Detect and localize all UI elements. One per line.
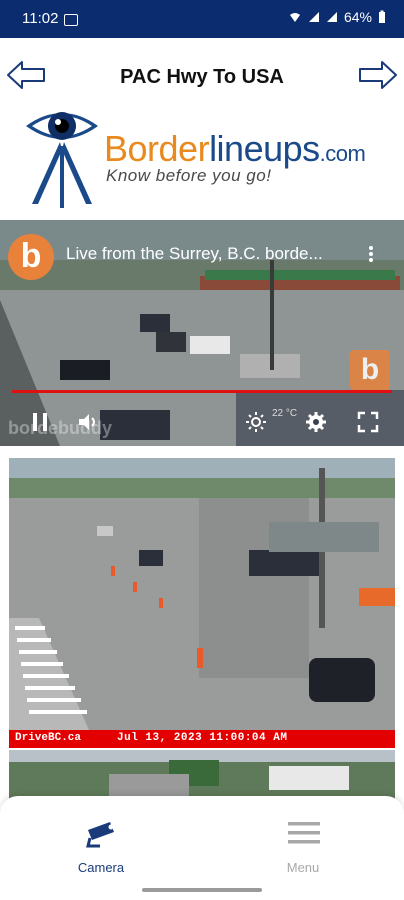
channel-watermark-logo: b: [350, 350, 390, 390]
arrow-right-icon[interactable]: [358, 60, 398, 90]
nav-menu[interactable]: Menu: [202, 796, 404, 886]
signal-icon: [308, 12, 319, 22]
settings-icon[interactable]: [304, 410, 328, 434]
next-camera-frame: [9, 750, 395, 800]
pause-icon[interactable]: [28, 410, 52, 434]
temperature-readout: 22 °C: [272, 408, 298, 419]
gesture-handle[interactable]: [142, 888, 262, 892]
borderlineups-logo: Borderlineups.com Know before you go!: [22, 104, 392, 210]
nav-camera-label: Camera: [77, 860, 125, 875]
nav-menu-label: Menu: [286, 860, 320, 875]
bottom-navigation: Camera Menu: [0, 796, 404, 900]
camera-source-label: DriveBC.ca: [15, 732, 82, 744]
channel-avatar[interactable]: b: [8, 234, 54, 280]
image-notification-icon: [64, 14, 78, 26]
status-bar: 11:02 64%: [0, 0, 404, 38]
signal-icon-2: [326, 12, 337, 22]
brightness-icon[interactable]: [244, 410, 268, 434]
more-options-icon[interactable]: [368, 244, 374, 264]
fullscreen-icon[interactable]: [356, 410, 380, 434]
status-time: 11:02: [22, 10, 59, 27]
status-indicators: 64%: [288, 9, 386, 25]
wifi-icon: [289, 13, 300, 22]
eye-tripod-icon: [26, 112, 98, 208]
video-title[interactable]: Live from the Surrey, B.C. borde...: [66, 244, 323, 264]
volume-icon[interactable]: [76, 410, 100, 434]
video-progress-bar[interactable]: [12, 390, 392, 393]
drivebc-camera-image[interactable]: DriveBC.ca Jul 13, 2023 11:00:04 AM: [9, 458, 395, 748]
nav-camera[interactable]: Camera: [0, 796, 202, 886]
live-video-player[interactable]: b Live from the Surrey, B.C. borde... b …: [0, 220, 404, 446]
menu-icon: [288, 822, 320, 844]
logo-tagline: Know before you go!: [106, 166, 272, 185]
camera-timestamp-band: DriveBC.ca Jul 13, 2023 11:00:04 AM: [9, 730, 395, 748]
camera-icon: [86, 822, 114, 848]
camera-timestamp: Jul 13, 2023 11:00:04 AM: [117, 732, 288, 744]
logo-brand-text: Borderlineups.com: [104, 128, 366, 169]
battery-percent: 64%: [343, 9, 372, 25]
camera-image-frame: [9, 458, 395, 730]
page-title: PAC Hwy To USA: [120, 66, 284, 88]
top-bar: PAC Hwy To USA: [0, 38, 404, 96]
battery-icon: [379, 10, 385, 23]
next-camera-image[interactable]: [9, 750, 395, 800]
